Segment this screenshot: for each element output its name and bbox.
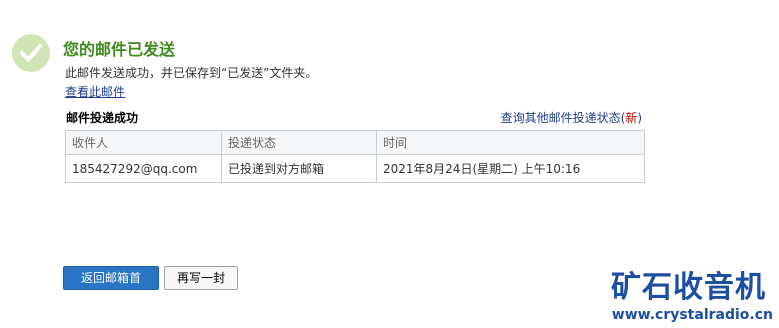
table-row: 185427292@qq.com 已投递到对方邮箱 2021年8月24日(星期二…: [65, 154, 645, 183]
status-cell: 已投递到对方邮箱: [221, 154, 377, 183]
delivery-section-title: 邮件投递成功: [66, 111, 139, 125]
back-to-inbox-button[interactable]: 返回邮箱首页: [63, 266, 159, 307]
watermark-url: www.crystalradio.cn: [611, 307, 773, 323]
watermark-logo-text: 矿石收音机: [611, 270, 766, 305]
view-mail-link[interactable]: 查看此邮件: [65, 83, 125, 100]
column-header-status: 投递状态: [221, 130, 377, 155]
page-title: 您的邮件已发送: [63, 40, 176, 59]
column-header-time: 时间: [376, 130, 645, 155]
time-cell: 2021年8月24日(星期二) 上午10:16: [376, 154, 645, 183]
query-other-status-link[interactable]: 查询其他邮件投递状态(新): [501, 109, 642, 126]
delivery-status-table: 收件人 投递状态 时间 185427292@qq.com 已投递到对方邮箱 20…: [65, 130, 645, 183]
new-badge: 新: [625, 111, 638, 125]
query-link-label: 查询其他邮件投递状态: [500, 111, 621, 125]
table-header-row: 收件人 投递状态 时间: [65, 130, 645, 155]
check-circle-icon: [12, 34, 50, 72]
recipient-cell: 185427292@qq.com: [65, 154, 222, 183]
write-another-button[interactable]: 再写一封: [164, 266, 238, 290]
sent-description: 此邮件发送成功，并已保存到“已发送”文件夹。: [65, 66, 318, 80]
query-link-paren-close: ): [637, 111, 642, 125]
column-header-recipient: 收件人: [65, 130, 222, 155]
